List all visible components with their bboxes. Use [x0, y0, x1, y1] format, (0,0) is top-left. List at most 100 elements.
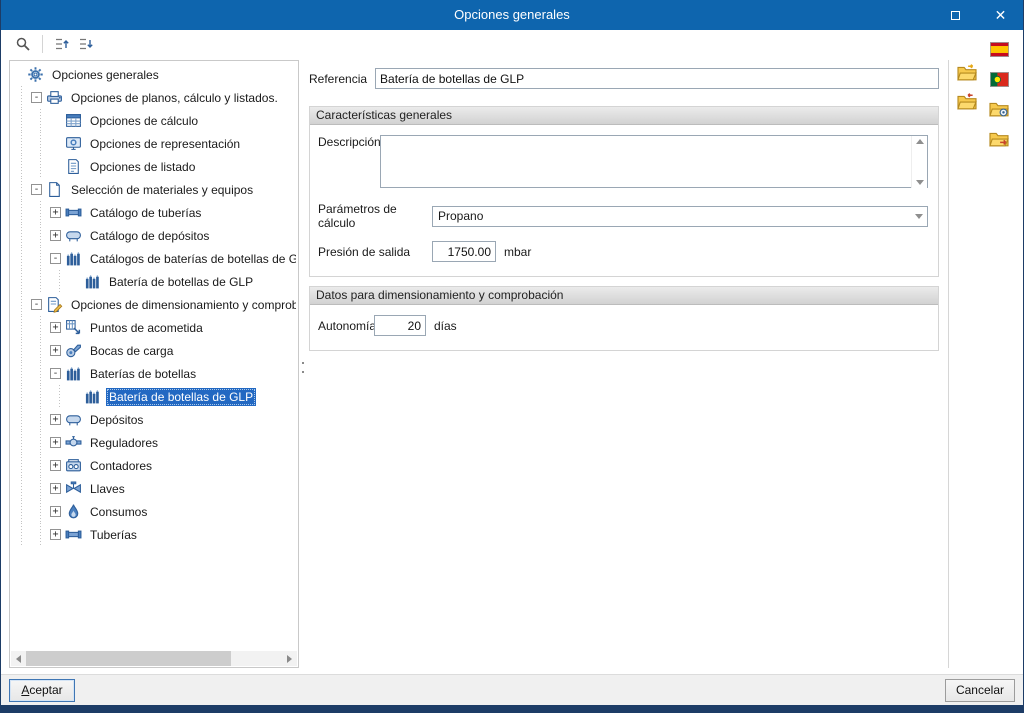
collapse-node-icon[interactable]: - — [31, 184, 42, 195]
tree-guide-line — [31, 201, 50, 224]
tree-item-label[interactable]: Llaves — [87, 480, 128, 498]
tree-guide-line — [12, 408, 31, 431]
scrollbar-thumb[interactable] — [26, 651, 231, 666]
expand-tree-levels-icon[interactable] — [74, 32, 98, 56]
collapse-node-icon[interactable]: - — [50, 253, 61, 264]
tree-item[interactable]: - Opciones de dimensionamiento y comproba… — [12, 293, 296, 316]
dropdown-arrow-icon[interactable] — [910, 213, 927, 219]
options-form: Referencia Características generales Des… — [309, 60, 939, 351]
autonomia-unit: días — [434, 318, 457, 333]
panel-splitter[interactable] — [299, 352, 307, 382]
search-icon[interactable] — [11, 32, 35, 56]
expand-node-icon[interactable]: + — [50, 322, 61, 333]
load-options-folder-icon[interactable] — [955, 62, 979, 84]
portuguese-flag-icon[interactable] — [987, 68, 1011, 90]
maximize-button[interactable] — [933, 0, 978, 30]
options-tree-panel: Opciones generales - Opciones de planos, c… — [9, 60, 299, 668]
tree-horizontal-scrollbar[interactable] — [11, 651, 297, 666]
tree-item-label[interactable]: Reguladores — [87, 434, 161, 452]
tree-item-label[interactable]: Opciones de representación — [87, 135, 243, 153]
tree-item[interactable]: Opciones de representación — [12, 132, 296, 155]
tree-item[interactable]: + Consumos — [12, 500, 296, 523]
aceptar-label: Aceptar — [21, 683, 63, 697]
autonomia-input[interactable] — [374, 315, 426, 336]
tree-guide-line — [31, 155, 50, 178]
expand-node-icon[interactable]: + — [50, 207, 61, 218]
tree-item[interactable]: - Opciones de planos, cálculo y listados. — [12, 86, 296, 109]
tree-item-label[interactable]: Catálogos de baterías de botellas de GLP — [87, 250, 296, 268]
tree-item-label[interactable]: Puntos de acometida — [87, 319, 206, 337]
parametros-select[interactable]: Propano — [432, 205, 928, 227]
scroll-left-button[interactable] — [11, 651, 26, 666]
tree-guide-line — [31, 454, 50, 477]
scroll-right-button[interactable] — [282, 651, 297, 666]
aceptar-button[interactable]: Aceptar — [9, 678, 75, 702]
descripcion-label: Descripción — [318, 135, 381, 149]
tree-item-label[interactable]: Batería de botellas de GLP — [106, 273, 256, 291]
tree-item[interactable]: + Catálogo de depósitos — [12, 224, 296, 247]
datos-group: Datos para dimensionamiento y comprobaci… — [309, 286, 939, 351]
collapse-node-icon[interactable]: - — [31, 92, 42, 103]
expand-node-icon[interactable]: + — [50, 230, 61, 241]
tree-item-label[interactable]: Depósitos — [87, 411, 146, 429]
tree-item-label[interactable]: Tuberías — [87, 526, 140, 544]
collapse-node-icon[interactable]: - — [31, 299, 42, 310]
tree-item-label[interactable]: Selección de materiales y equipos — [68, 181, 256, 199]
tree-item-label[interactable]: Baterías de botellas — [87, 365, 199, 383]
tree-item[interactable]: Batería de botellas de GLP — [12, 270, 296, 293]
expand-node-icon[interactable]: + — [50, 414, 61, 425]
options-gear-folder-icon[interactable] — [987, 98, 1011, 120]
tree-item[interactable]: + Tuberías — [12, 523, 296, 546]
tank-icon — [65, 227, 82, 244]
scroll-up-icon[interactable] — [915, 139, 924, 144]
tree-item[interactable]: + Depósitos — [12, 408, 296, 431]
tree-item[interactable]: + Contadores — [12, 454, 296, 477]
tree-item-label[interactable]: Opciones de cálculo — [87, 112, 201, 130]
tree-item[interactable]: + Catálogo de tuberías — [12, 201, 296, 224]
tree-item-label[interactable]: Opciones de dimensionamiento y comprobac… — [68, 296, 296, 314]
tree-item[interactable]: + Bocas de carga — [12, 339, 296, 362]
tree-guide-line — [31, 362, 50, 385]
tree-item-label[interactable]: Consumos — [87, 503, 150, 521]
tree-item[interactable]: + Puntos de acometida — [12, 316, 296, 339]
tree-item[interactable]: - Baterías de botellas — [12, 362, 296, 385]
collapse-tree-levels-icon[interactable] — [50, 32, 74, 56]
scroll-down-icon[interactable] — [915, 180, 924, 185]
expand-node-icon[interactable]: + — [50, 460, 61, 471]
tree-item[interactable]: + Reguladores — [12, 431, 296, 454]
export-options-folder-icon[interactable] — [987, 128, 1011, 150]
tree-item-label[interactable]: Bocas de carga — [87, 342, 176, 360]
expand-node-icon[interactable]: + — [50, 506, 61, 517]
parametros-selected-value: Propano — [438, 209, 484, 223]
tree-item-label[interactable]: Opciones de planos, cálculo y listados. — [68, 89, 281, 107]
spanish-flag-icon[interactable] — [987, 38, 1011, 60]
tree-item-label[interactable]: Catálogo de depósitos — [87, 227, 212, 245]
expand-node-icon[interactable]: + — [50, 437, 61, 448]
tree-item[interactable]: Opciones de listado — [12, 155, 296, 178]
tree-item[interactable]: Batería de botellas de GLP — [12, 385, 296, 408]
tree-item-label[interactable]: Opciones de listado — [87, 158, 198, 176]
tree-item-label[interactable]: Opciones generales — [49, 66, 162, 84]
expand-node-icon[interactable]: + — [50, 483, 61, 494]
tree-item-label[interactable]: Batería de botellas de GLP — [106, 387, 257, 406]
page-icon — [46, 181, 63, 198]
titlebar[interactable]: Opciones generales ✕ — [1, 0, 1023, 30]
descripcion-textarea[interactable] — [380, 135, 928, 188]
textarea-scrollbar[interactable] — [911, 136, 927, 188]
referencia-input[interactable] — [375, 68, 939, 89]
expand-node-icon[interactable]: + — [50, 529, 61, 540]
tree-item[interactable]: Opciones generales — [12, 63, 296, 86]
tree-item[interactable]: + Llaves — [12, 477, 296, 500]
tree-item[interactable]: Opciones de cálculo — [12, 109, 296, 132]
tree-item[interactable]: - Selección de materiales y equipos — [12, 178, 296, 201]
cancelar-button[interactable]: Cancelar — [944, 678, 1015, 702]
expand-node-icon[interactable]: + — [50, 345, 61, 356]
presion-input[interactable] — [432, 241, 496, 262]
close-button[interactable]: ✕ — [978, 0, 1023, 30]
tree-item[interactable]: - Catálogos de baterías de botellas de GL… — [12, 247, 296, 270]
collapse-node-icon[interactable]: - — [50, 368, 61, 379]
tree-item-label[interactable]: Contadores — [87, 457, 155, 475]
tree-guide-line — [12, 86, 31, 109]
tree-item-label[interactable]: Catálogo de tuberías — [87, 204, 204, 222]
save-options-folder-icon[interactable] — [955, 91, 979, 113]
